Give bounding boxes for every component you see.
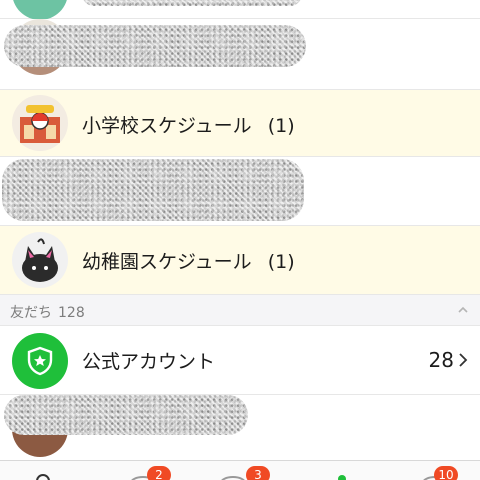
official-accounts-label: 公式アカウント — [82, 351, 216, 373]
friend-row[interactable] — [0, 157, 480, 226]
group-name: 幼稚園スケジュール (1) — [82, 247, 295, 274]
chats-badge: 2 — [147, 466, 171, 480]
redacted-name — [4, 395, 248, 435]
group-name-text: 小学校スケジュール — [82, 115, 252, 137]
group-row[interactable]: 小学校スケジュール (1) — [0, 90, 480, 157]
timeline-badge: 3 — [246, 466, 270, 480]
wallet-badge: 10 — [434, 466, 458, 480]
shield-star-icon — [27, 346, 53, 376]
group-name: 小学校スケジュール (1) — [82, 111, 295, 138]
official-accounts-row[interactable] — [0, 326, 480, 395]
friend-row[interactable] — [0, 19, 480, 90]
group-avatar — [12, 232, 68, 288]
friends-tab-icon[interactable] — [28, 471, 58, 480]
friends-section-header[interactable]: 友だち 128 — [0, 295, 480, 326]
friends-screen: 小学校スケジュール (1) 幼稚園スケジュール (1) 友だち 128 公式アカ… — [0, 0, 480, 480]
group-row[interactable]: 幼稚園スケジュール (1) — [0, 226, 480, 295]
group-name-text: 幼稚園スケジュール — [82, 251, 252, 273]
friend-avatar — [12, 0, 68, 20]
group-member-count: (1) — [267, 115, 295, 137]
official-accounts-count: 28 — [428, 348, 454, 372]
chevron-right-icon[interactable] — [458, 352, 468, 368]
timeline-tab-icon[interactable] — [218, 471, 248, 480]
cat-character-icon — [22, 238, 58, 282]
group-member-count: (1) — [267, 251, 295, 273]
friend-row[interactable] — [0, 395, 480, 461]
section-title: 友だち 128 — [10, 302, 85, 322]
news-tab-icon[interactable] — [336, 473, 348, 480]
pokemon-center-icon — [20, 105, 60, 143]
redacted-name — [4, 25, 306, 67]
redacted-name — [82, 0, 302, 6]
friend-count: 128 — [58, 305, 85, 321]
redacted-name — [2, 159, 304, 221]
bottom-tab-bar — [0, 460, 480, 480]
official-account-icon — [12, 333, 68, 389]
section-title-text: 友だち — [10, 305, 52, 321]
friend-row[interactable] — [0, 0, 480, 20]
group-avatar — [12, 95, 68, 151]
chevron-up-icon[interactable] — [458, 305, 468, 315]
